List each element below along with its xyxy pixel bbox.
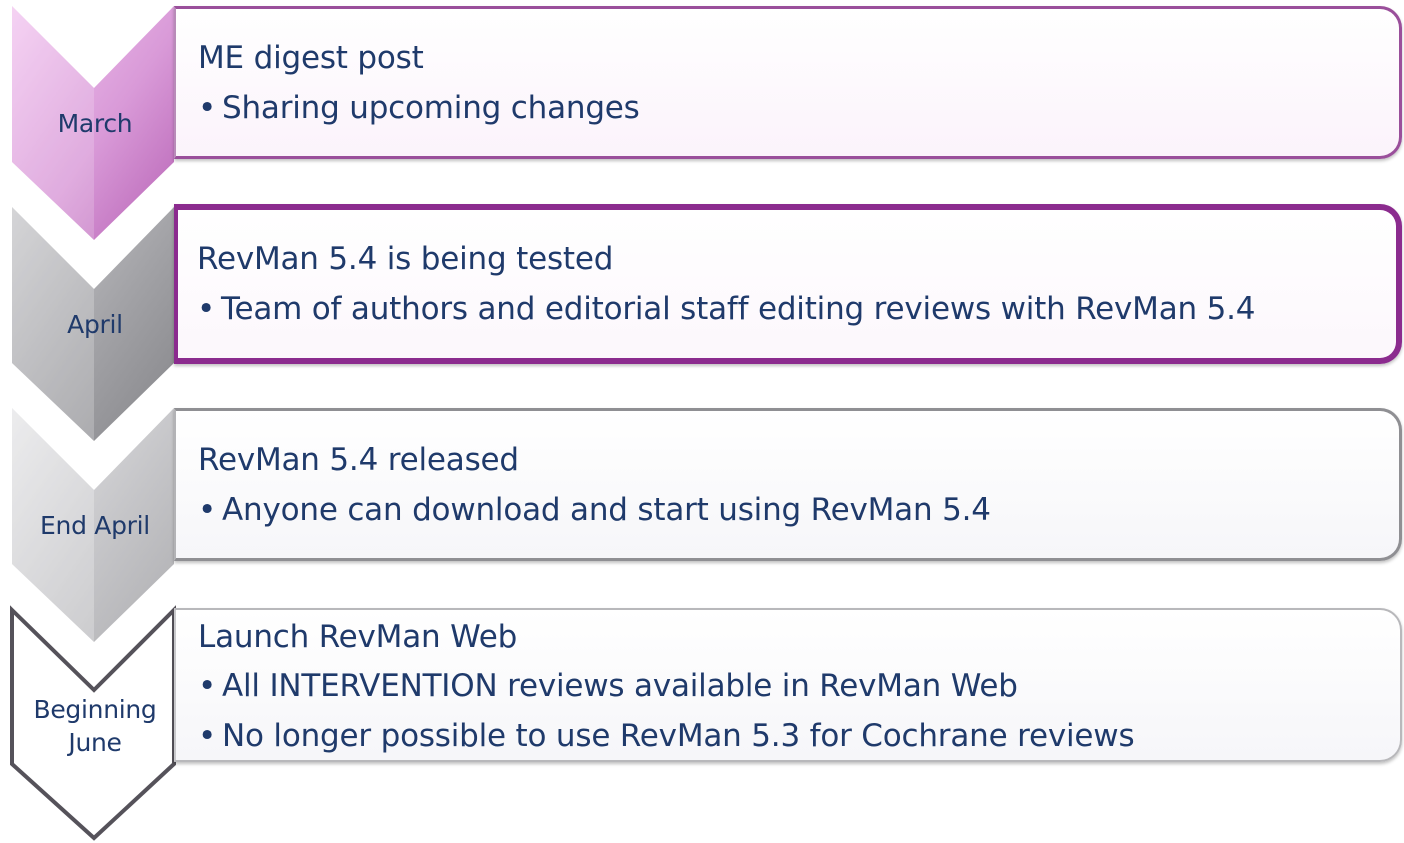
- bullet-dot: •: [198, 90, 217, 126]
- step-bullet-april-1: • Team of authors and editorial staff edi…: [197, 290, 1256, 328]
- step-title-end-april: RevMan 5.4 released: [198, 442, 519, 478]
- step-title-april: RevMan 5.4 is being tested: [197, 241, 614, 277]
- timeline-diagram: March April End April Beginning June ME …: [0, 0, 1404, 843]
- step-box-end-april: RevMan 5.4 released • Anyone can download…: [174, 408, 1402, 561]
- step-label-march: March: [57, 109, 133, 138]
- step-bullet-march-1: • Sharing upcoming changes: [198, 89, 640, 127]
- step-box-march: ME digest post • Sharing upcoming changes: [174, 6, 1402, 159]
- step-label-beginning-june-text: Beginning June: [33, 695, 157, 757]
- step-bullet-end-april-1: • Anyone can download and start using Rev…: [198, 491, 991, 529]
- step-label-beginning-june: Beginning June: [0, 693, 190, 759]
- step-title-march: ME digest post: [198, 40, 424, 76]
- step-bullet-beginning-june-2: • No longer possible to use RevMan 5.3 fo…: [198, 717, 1135, 755]
- step-label-end-april: End April: [40, 511, 150, 540]
- bullet-dot: •: [198, 718, 217, 754]
- step-bullet-text: All INTERVENTION reviews available in Re…: [222, 668, 1018, 704]
- bullet-dot: •: [197, 291, 216, 327]
- step-label-april: April: [67, 310, 123, 339]
- step-bullet-beginning-june-1: • All INTERVENTION reviews available in R…: [198, 667, 1018, 705]
- step-box-beginning-june: Launch RevMan Web • All INTERVENTION revi…: [174, 608, 1402, 762]
- bullet-dot: •: [198, 492, 217, 528]
- step-box-april: RevMan 5.4 is being tested • Team of auth…: [174, 204, 1402, 364]
- bullet-dot: •: [198, 668, 217, 704]
- step-bullet-text: Team of authors and editorial staff edit…: [221, 291, 1256, 327]
- step-bullet-text: No longer possible to use RevMan 5.3 for…: [222, 718, 1135, 754]
- step-title-beginning-june: Launch RevMan Web: [198, 619, 518, 655]
- step-bullet-text: Sharing upcoming changes: [222, 90, 640, 126]
- step-bullet-text: Anyone can download and start using RevM…: [222, 492, 991, 528]
